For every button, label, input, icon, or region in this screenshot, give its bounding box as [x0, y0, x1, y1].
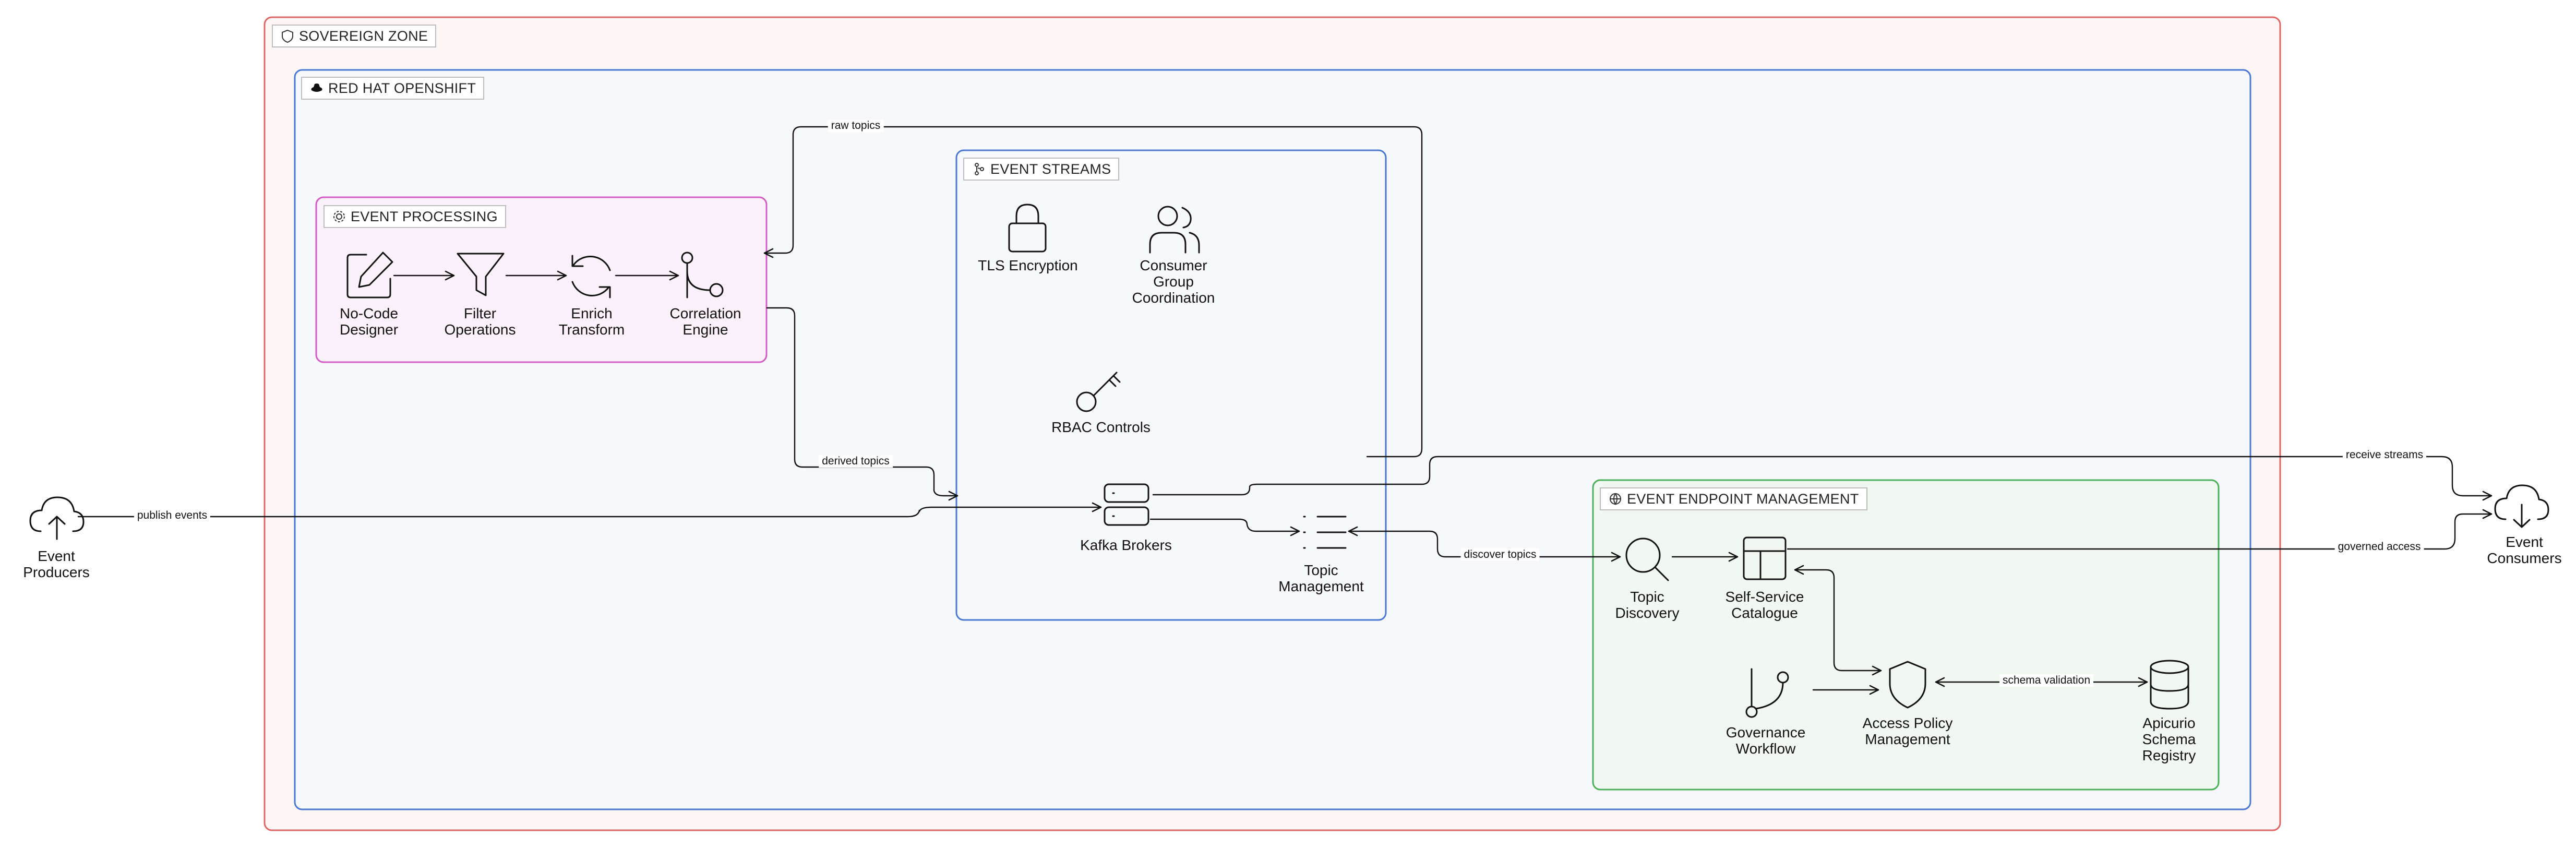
- redhat-icon: [311, 83, 322, 92]
- event-endpoint-zone-title: EVENT ENDPOINT MANAGEMENT: [1627, 491, 1859, 507]
- node-event-producers: Event Producers: [23, 548, 90, 580]
- node-enrich-transform: Enrich Transform: [558, 305, 625, 338]
- sovereign-zone-label: SOVEREIGN ZONE: [272, 25, 437, 47]
- node-topic-management: Topic Management: [1278, 562, 1364, 594]
- openshift-zone-title: RED HAT OPENSHIFT: [328, 80, 476, 96]
- edge-label-raw-topics: raw topics: [828, 120, 884, 132]
- openshift-zone-label: RED HAT OPENSHIFT: [301, 77, 485, 100]
- event-endpoint-zone-label: EVENT ENDPOINT MANAGEMENT: [1600, 487, 1867, 510]
- node-self-service-catalogue: Self-Service Catalogue: [1725, 589, 1804, 621]
- node-event-consumers: Event Consumers: [2487, 534, 2562, 566]
- shield-icon: [282, 29, 293, 43]
- node-correlation-engine: Correlation Engine: [669, 305, 741, 338]
- event-streams-zone-title: EVENT STREAMS: [990, 161, 1111, 177]
- node-access-policy: Access Policy Management: [1862, 715, 1953, 747]
- edge-label-publish-events: publish events: [134, 509, 211, 522]
- node-kafka-brokers: Kafka Brokers: [1080, 537, 1172, 553]
- edge-label-receive-streams: receive streams: [2342, 449, 2427, 461]
- globe-icon: [1610, 493, 1621, 505]
- edge-label-discover-topics: discover topics: [1460, 548, 1540, 561]
- event-processing-zone-title: EVENT PROCESSING: [351, 208, 498, 224]
- edge-label-derived-topics: derived topics: [819, 455, 893, 468]
- sovereign-zone-title: SOVEREIGN ZONE: [299, 28, 428, 44]
- broker-icon: [975, 163, 984, 175]
- node-topic-discovery: Topic Discovery: [1615, 589, 1680, 621]
- event-processing-zone-label: EVENT PROCESSING: [324, 205, 506, 228]
- gear-icon: [333, 211, 345, 222]
- node-governance-workflow: Governance Workflow: [1726, 724, 1806, 757]
- node-consumer-group: Consumer Group Coordination: [1132, 257, 1215, 306]
- edge-label-schema-validation: schema validation: [1999, 674, 2094, 687]
- edge-label-governed-access: governed access: [2334, 541, 2424, 553]
- node-schema-registry: Apicurio Schema Registry: [2142, 715, 2196, 763]
- node-filter-operations: Filter Operations: [444, 305, 516, 338]
- node-rbac-controls: RBAC Controls: [1051, 419, 1151, 435]
- node-no-code-designer: No-Code Designer: [339, 305, 399, 338]
- event-streams-zone-label: EVENT STREAMS: [963, 158, 1120, 181]
- node-tls-encryption: TLS Encryption: [978, 257, 1078, 273]
